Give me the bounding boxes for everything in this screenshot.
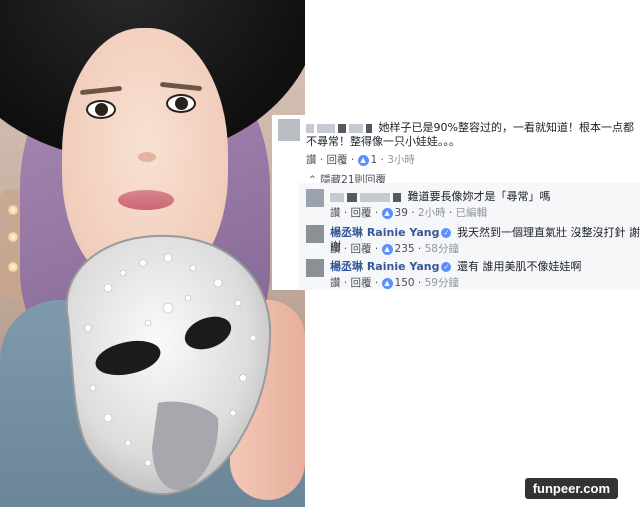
comment-body: 她样子已是90%整容过的，一看就知道！根本一点都不尋常！整得像一只小娃娃。。。 bbox=[306, 121, 636, 149]
selfie-photo bbox=[0, 0, 305, 507]
like-count: 150 bbox=[394, 277, 415, 289]
reply-body: 難道要長像妳才是「尋常」嗎 bbox=[330, 190, 640, 204]
jeweled-mask bbox=[65, 234, 272, 496]
reply-link[interactable]: 回覆 bbox=[351, 243, 372, 255]
redacted-name bbox=[393, 192, 401, 202]
redacted-name bbox=[349, 123, 363, 133]
timestamp[interactable]: 3小時 bbox=[387, 154, 415, 166]
nose bbox=[138, 152, 156, 162]
reply-actions: 讚 · 回覆 · ▲ 39 · 2小時 · 已編輯 bbox=[330, 207, 488, 219]
left-eye bbox=[86, 100, 116, 119]
redacted-name bbox=[347, 192, 357, 202]
reply-body: 楊丞琳 Rainie Yang ✓ 還有 誰用美肌不像娃娃啊 bbox=[330, 260, 640, 274]
like-count: 39 bbox=[394, 207, 408, 219]
reply-text: 難道要長像妳才是「尋常」嗎 bbox=[407, 190, 551, 203]
light-bulb bbox=[8, 232, 18, 242]
like-count-icon: ▲ bbox=[357, 154, 369, 166]
replies-list: 難道要長像妳才是「尋常」嗎 讚 · 回覆 · ▲ 39 · 2小時 · 已編輯 楊… bbox=[298, 183, 640, 290]
timestamp[interactable]: 59分鐘 bbox=[425, 277, 459, 289]
timestamp[interactable]: 2小時 bbox=[418, 207, 446, 219]
reply: 楊丞琳 Rainie Yang ✓ 還有 誰用美肌不像娃娃啊 讚 · 回覆 · ▲… bbox=[298, 255, 640, 289]
author-name[interactable]: 楊丞琳 Rainie Yang bbox=[330, 226, 439, 239]
site-watermark: funpeer.com bbox=[524, 478, 618, 499]
verified-badge-icon: ✓ bbox=[441, 228, 452, 238]
like-link[interactable]: 讚 bbox=[330, 243, 341, 255]
edited-label[interactable]: 已編輯 bbox=[456, 207, 488, 219]
like-count: 235 bbox=[394, 243, 415, 255]
reply-link[interactable]: 回覆 bbox=[327, 154, 348, 166]
reply-actions: 讚 · 回覆 · ▲ 235 · 58分鐘 bbox=[330, 243, 459, 255]
like-count-icon: ▲ bbox=[381, 243, 393, 255]
author-name[interactable]: 楊丞琳 Rainie Yang bbox=[330, 260, 439, 273]
reply: 楊丞琳 Rainie Yang ✓ 我天然到一個理直氣壯 沒整沒打針 謝謝 讚 ·… bbox=[298, 221, 640, 255]
facebook-comments-panel: 她样子已是90%整容过的，一看就知道！根本一点都不尋常！整得像一只小娃娃。。。 … bbox=[272, 115, 640, 290]
like-count-icon: ▲ bbox=[381, 277, 393, 289]
reply-text: 還有 誰用美肌不像娃娃啊 bbox=[456, 260, 582, 273]
verified-badge-icon: ✓ bbox=[441, 262, 452, 272]
light-bulb bbox=[8, 262, 18, 272]
like-count: 1 bbox=[370, 154, 378, 166]
like-count-icon: ▲ bbox=[381, 207, 393, 219]
redacted-name bbox=[330, 192, 344, 202]
reply-link[interactable]: 回覆 bbox=[351, 207, 372, 219]
redacted-name bbox=[306, 123, 314, 133]
like-link[interactable]: 讚 bbox=[330, 277, 341, 289]
comment: 她样子已是90%整容过的，一看就知道！根本一点都不尋常！整得像一只小娃娃。。。 … bbox=[272, 115, 640, 171]
like-link[interactable]: 讚 bbox=[306, 154, 317, 166]
lips bbox=[118, 190, 174, 210]
avatar[interactable] bbox=[306, 189, 324, 207]
timestamp[interactable]: 58分鐘 bbox=[425, 243, 459, 255]
reply-actions: 讚 · 回覆 · ▲ 150 · 59分鐘 bbox=[330, 277, 459, 289]
redacted-name bbox=[338, 123, 346, 133]
comment-actions: 讚 · 回覆 · ▲ 1 · 3小時 bbox=[306, 154, 415, 166]
redacted-name bbox=[317, 123, 335, 133]
avatar[interactable] bbox=[278, 119, 300, 141]
right-eye bbox=[166, 94, 196, 113]
like-link[interactable]: 讚 bbox=[330, 207, 341, 219]
reply: 難道要長像妳才是「尋常」嗎 讚 · 回覆 · ▲ 39 · 2小時 · 已編輯 bbox=[298, 185, 640, 219]
redacted-name bbox=[360, 192, 390, 202]
light-bulb bbox=[8, 205, 18, 215]
avatar[interactable] bbox=[306, 259, 324, 277]
redacted-name bbox=[366, 123, 372, 133]
avatar[interactable] bbox=[306, 225, 324, 243]
reply-link[interactable]: 回覆 bbox=[351, 277, 372, 289]
